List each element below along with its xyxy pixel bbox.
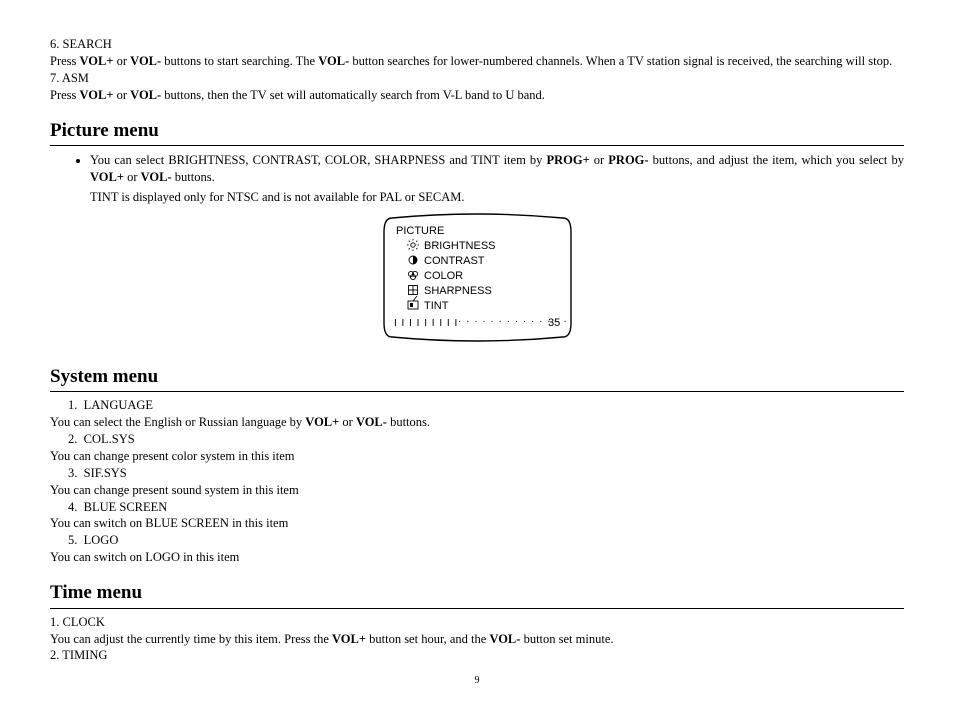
- item6-heading: 6. SEARCH: [50, 36, 904, 53]
- osd-title: PICTURE: [396, 225, 444, 237]
- osd-item-contrast: CONTRAST: [424, 255, 485, 267]
- time-block: 1. CLOCK You can adjust the currently ti…: [50, 614, 904, 665]
- tint-note: TINT is displayed only for NTSC and is n…: [90, 189, 904, 206]
- tint-icon: [408, 296, 418, 309]
- osd-item-sharpness: SHARPNESS: [424, 285, 492, 297]
- osd-slider-value: 35: [548, 317, 560, 329]
- system-item4-body: You can switch on BLUE SCREEN in this it…: [50, 515, 904, 532]
- time-item1-heading: 1. CLOCK: [50, 614, 904, 631]
- item6-num: 6.: [50, 37, 59, 51]
- picture-menu-heading: Picture menu: [50, 118, 904, 147]
- brightness-icon: [407, 239, 419, 251]
- osd-item-tint: TINT: [424, 300, 449, 312]
- color-icon: [408, 271, 417, 279]
- system-item5-body: You can switch on LOGO in this item: [50, 549, 904, 566]
- item6-title: SEARCH: [63, 37, 112, 51]
- picture-bullet-list: You can select BRIGHTNESS, CONTRAST, COL…: [50, 152, 904, 186]
- item6-body: Press VOL+ or VOL- buttons to start sear…: [50, 53, 904, 70]
- sharpness-icon: [408, 285, 417, 294]
- system-item2-body: You can change present color system in t…: [50, 448, 904, 465]
- item7-heading: 7. ASM: [50, 70, 904, 87]
- system-menu-heading: System menu: [50, 364, 904, 393]
- tv-screen-icon: PICTURE BRIGHTNESS CONTRAST COLOR: [380, 210, 575, 345]
- system-item3-heading: 3. SIF.SYS: [68, 465, 904, 482]
- picture-osd-diagram: PICTURE BRIGHTNESS CONTRAST COLOR: [50, 210, 904, 350]
- osd-item-brightness: BRIGHTNESS: [424, 240, 496, 252]
- item7-body: Press VOL+ or VOL- buttons, then the TV …: [50, 87, 904, 104]
- system-block: 1. LANGUAGE You can select the English o…: [50, 397, 904, 566]
- intro-block: 6. SEARCH Press VOL+ or VOL- buttons to …: [50, 36, 904, 104]
- time-menu-heading: Time menu: [50, 580, 904, 609]
- system-item5-heading: 5. LOGO: [68, 532, 904, 549]
- item7-num: 7.: [50, 71, 59, 85]
- system-item4-heading: 4. BLUE SCREEN: [68, 499, 904, 516]
- system-item1-heading: 1. LANGUAGE: [68, 397, 904, 414]
- contrast-icon: [409, 256, 417, 264]
- time-item1-body: You can adjust the currently time by thi…: [50, 631, 904, 648]
- system-item3-body: You can change present sound system in t…: [50, 482, 904, 499]
- time-item2-heading: 2. TIMING: [50, 647, 904, 664]
- picture-bullet-item: You can select BRIGHTNESS, CONTRAST, COL…: [90, 152, 904, 186]
- osd-slider-filled: I I I I I I I I I: [394, 318, 458, 329]
- system-item2-heading: 2. COL.SYS: [68, 431, 904, 448]
- osd-item-color: COLOR: [424, 270, 463, 282]
- item7-title: ASM: [62, 71, 89, 85]
- system-item1-body: You can select the English or Russian la…: [50, 414, 904, 431]
- page-number: 9: [50, 674, 904, 688]
